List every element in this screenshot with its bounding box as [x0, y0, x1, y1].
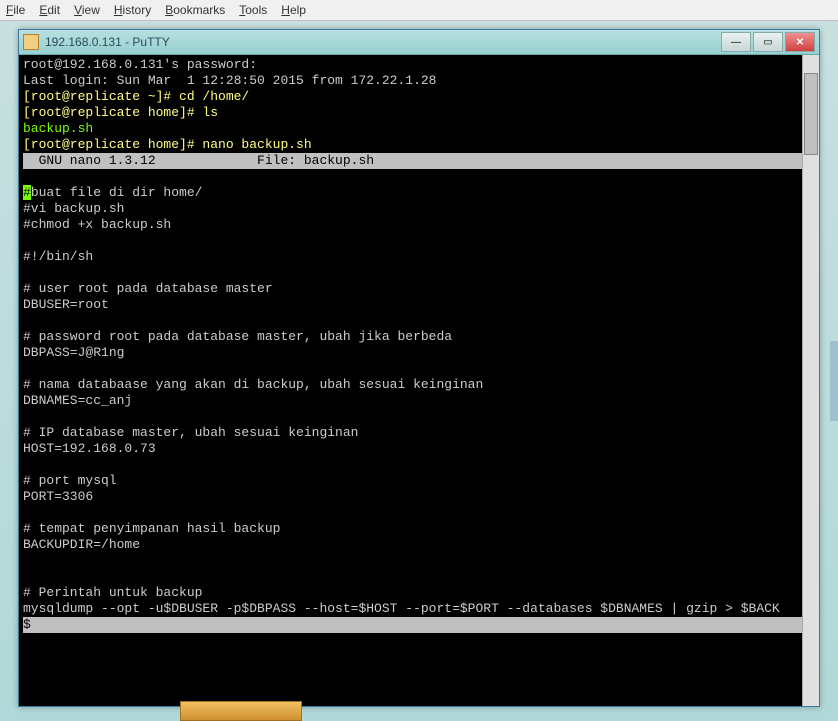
menu-bookmarks[interactable]: Bookmarks — [165, 3, 225, 17]
terminal-line: BACKUPDIR=/home — [23, 537, 815, 553]
terminal-line: # nama databaase yang akan di backup, ub… — [23, 377, 815, 393]
terminal-line: PORT=3306 — [23, 489, 815, 505]
terminal-line — [23, 505, 815, 521]
terminal[interactable]: root@192.168.0.131's password:Last login… — [19, 55, 819, 706]
menu-edit[interactable]: Edit — [39, 3, 60, 17]
titlebar[interactable]: 192.168.0.131 - PuTTY — ▭ ✕ — [19, 30, 819, 55]
terminal-line: [root@replicate home]# ls — [23, 105, 815, 121]
browser-menubar[interactable]: File Edit View History Bookmarks Tools Help — [0, 0, 838, 21]
terminal-line: # tempat penyimpanan hasil backup — [23, 521, 815, 537]
terminal-line — [23, 409, 815, 425]
close-button[interactable]: ✕ — [785, 32, 815, 52]
maximize-button[interactable]: ▭ — [753, 32, 783, 52]
minimize-button[interactable]: — — [721, 32, 751, 52]
terminal-line: [root@replicate ~]# cd /home/ — [23, 89, 815, 105]
terminal-line: #buat file di dir home/ — [23, 185, 815, 201]
terminal-line — [23, 169, 815, 185]
window-title: 192.168.0.131 - PuTTY — [45, 35, 721, 49]
terminal-line: #chmod +x backup.sh — [23, 217, 815, 233]
terminal-line: # Perintah untuk backup — [23, 585, 815, 601]
menu-view[interactable]: View — [74, 3, 100, 17]
terminal-content[interactable]: root@192.168.0.131's password:Last login… — [19, 55, 819, 635]
putty-window: 192.168.0.131 - PuTTY — ▭ ✕ root@192.168… — [18, 29, 820, 707]
terminal-line: DBUSER=root — [23, 297, 815, 313]
terminal-line: # password root pada database master, ub… — [23, 329, 815, 345]
putty-icon — [23, 34, 39, 50]
terminal-line: # port mysql — [23, 473, 815, 489]
terminal-line: # user root pada database master — [23, 281, 815, 297]
menu-tools[interactable]: Tools — [239, 3, 267, 17]
terminal-line: Last login: Sun Mar 1 12:28:50 2015 from… — [23, 73, 815, 89]
terminal-line — [23, 569, 815, 585]
menu-help[interactable]: Help — [281, 3, 306, 17]
terminal-line: # IP database master, ubah sesuai keingi… — [23, 425, 815, 441]
page-scrollbar[interactable] — [830, 341, 838, 421]
terminal-line — [23, 457, 815, 473]
terminal-line: DBNAMES=cc_anj — [23, 393, 815, 409]
terminal-line — [23, 233, 815, 249]
terminal-line — [23, 361, 815, 377]
terminal-line — [23, 265, 815, 281]
terminal-line: DBPASS=J@R1ng — [23, 345, 815, 361]
desktop-area: 192.168.0.131 - PuTTY — ▭ ✕ root@192.168… — [0, 21, 838, 721]
terminal-line: mysqldump --opt -u$DBUSER -p$DBPASS --ho… — [23, 601, 815, 633]
scrollbar-thumb[interactable] — [804, 73, 818, 155]
taskbar-fragment — [180, 701, 302, 721]
terminal-scrollbar[interactable] — [802, 55, 819, 706]
terminal-line — [23, 553, 815, 569]
terminal-line: [root@replicate home]# nano backup.sh — [23, 137, 815, 153]
window-buttons: — ▭ ✕ — [721, 32, 815, 52]
terminal-line: #!/bin/sh — [23, 249, 815, 265]
menu-file[interactable]: File — [6, 3, 25, 17]
menu-history[interactable]: History — [114, 3, 151, 17]
terminal-line: GNU nano 1.3.12 File: backup.sh — [23, 153, 815, 169]
terminal-line: #vi backup.sh — [23, 201, 815, 217]
terminal-line — [23, 313, 815, 329]
terminal-line: backup.sh — [23, 121, 815, 137]
terminal-line: root@192.168.0.131's password: — [23, 57, 815, 73]
terminal-line: HOST=192.168.0.73 — [23, 441, 815, 457]
